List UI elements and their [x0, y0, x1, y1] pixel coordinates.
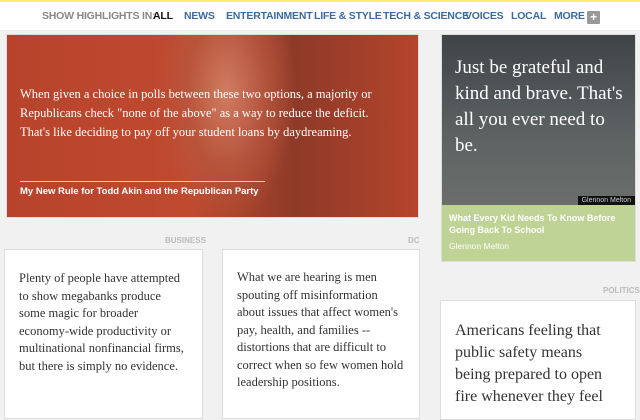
nav-local[interactable]: LOCAL	[511, 10, 546, 22]
section-label-dc[interactable]: DC	[408, 236, 420, 245]
highlights-nav: SHOW HIGHLIGHTS IN: ALL NEWS ENTERTAINME…	[0, 2, 640, 30]
photo-credit: Glennon Melton	[577, 196, 635, 205]
section-label-politics[interactable]: POLITICS	[603, 286, 640, 295]
quote-card[interactable]: Plenty of people have attempted to show …	[4, 249, 203, 419]
plus-icon[interactable]: +	[587, 11, 600, 24]
side-title-link[interactable]: What Every Kid Needs To Know Before Goin…	[449, 212, 634, 236]
nav-voices[interactable]: VOICES	[465, 10, 504, 22]
card-text: Plenty of people have attempted to show …	[19, 271, 184, 373]
quote-card[interactable]: Americans feeling that public safety mea…	[440, 300, 636, 420]
nav-more[interactable]: MORE	[554, 10, 585, 22]
divider	[20, 181, 265, 182]
card-text: What we are hearing is men spouting off …	[237, 270, 404, 389]
quote-card[interactable]: What we are hearing is men spouting off …	[222, 249, 420, 419]
nav-news[interactable]: NEWS	[184, 10, 215, 22]
side-quote: Just be grateful and kind and brave. Tha…	[455, 57, 623, 156]
section-label-business[interactable]: BUSINESS	[165, 236, 206, 245]
nav-all[interactable]: ALL	[153, 10, 173, 22]
side-author[interactable]: Glennon Melton	[449, 241, 509, 251]
nav-tech-science[interactable]: TECH & SCIENCE	[383, 10, 469, 22]
nav-label: SHOW HIGHLIGHTS IN:	[42, 10, 156, 22]
hero-quote: When given a choice in polls between the…	[20, 87, 372, 139]
nav-life-style[interactable]: LIFE & STYLE	[314, 10, 382, 22]
nav-entertainment[interactable]: ENTERTAINMENT	[226, 10, 313, 22]
hero-story[interactable]: When given a choice in polls between the…	[6, 34, 419, 218]
side-story[interactable]: Just be grateful and kind and brave. Tha…	[441, 34, 636, 262]
card-text: Americans feeling that public safety mea…	[455, 322, 603, 405]
hero-title-link[interactable]: My New Rule for Todd Akin and the Republ…	[20, 186, 259, 197]
